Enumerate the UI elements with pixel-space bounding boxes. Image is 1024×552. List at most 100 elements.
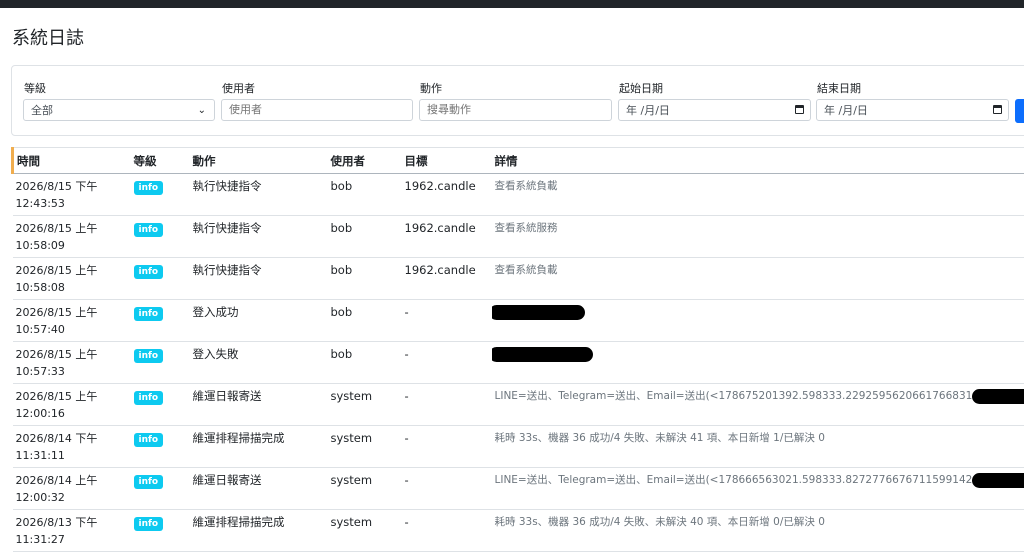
redaction-mark [972, 389, 1024, 404]
time-clock: 12:43:53 [16, 195, 128, 212]
user-cell: bob [328, 258, 402, 300]
action-cell: 維運排程掃描完成 [190, 426, 328, 468]
table-row: 2026/8/15 上午12:00:16info維運日報寄送system-LIN… [13, 384, 1024, 426]
target-cell: - [402, 300, 492, 342]
time-clock: 10:58:09 [16, 237, 128, 254]
end-date-input[interactable]: 年 /月/日 [816, 99, 1009, 121]
user-cell: system [328, 426, 402, 468]
action-cell: 執行快捷指令 [190, 216, 328, 258]
level-cell: info [131, 510, 190, 552]
time-date: 2026/8/14 下午 [16, 430, 128, 447]
detail-text: 查看系統負載 [495, 180, 558, 192]
table-row: 2026/8/13 下午11:31:27info維運排程掃描完成system-耗… [13, 510, 1024, 552]
calendar-icon[interactable] [795, 105, 804, 114]
target-cell: - [402, 426, 492, 468]
start-date-input[interactable]: 年 /月/日 [618, 99, 811, 121]
top-navbar [0, 0, 1024, 8]
time-date: 2026/8/13 下午 [16, 514, 128, 531]
calendar-icon[interactable] [993, 105, 1002, 114]
redaction-mark [492, 347, 593, 362]
level-badge: info [134, 307, 164, 321]
col-header-time: 時間 [13, 148, 131, 174]
level-badge: info [134, 475, 164, 489]
user-cell: system [328, 510, 402, 552]
table-row: 2026/8/15 上午10:58:09info執行快捷指令bob1962.ca… [13, 216, 1024, 258]
time-cell: 2026/8/14 上午12:00:32 [13, 468, 131, 510]
table-row: 2026/8/15 上午10:57:40info 登入成功bob- [13, 300, 1024, 342]
detail-text: 耗時 33s、機器 36 成功/4 失敗、未解決 40 項、本日新增 0/已解決… [495, 516, 825, 528]
time-date: 2026/8/14 上午 [16, 472, 128, 489]
level-cell: info [131, 468, 190, 510]
col-header-user: 使用者 [328, 148, 402, 174]
time-cell: 2026/8/15 上午10:57:33 [13, 342, 131, 384]
detail-cell: 耗時 33s、機器 36 成功/4 失敗、未解決 41 項、本日新增 1/已解決… [492, 426, 1024, 468]
time-cell: 2026/8/15 下午12:43:53 [13, 174, 131, 216]
time-cell: 2026/8/15 上午10:58:08 [13, 258, 131, 300]
level-cell: info [131, 258, 190, 300]
action-cell: 維運日報寄送 [190, 468, 328, 510]
action-cell: 維運日報寄送 [190, 384, 328, 426]
time-clock: 12:00:32 [16, 489, 128, 506]
user-cell: system [328, 468, 402, 510]
time-clock: 10:58:08 [16, 279, 128, 296]
user-cell: system [328, 384, 402, 426]
detail-text: LINE=送出、Telegram=送出、Email=送出(<1786752013… [495, 390, 973, 402]
level-filter-label: 等級 [24, 80, 46, 96]
target-cell: - [402, 342, 492, 384]
action-cell: 維運排程掃描完成 [190, 510, 328, 552]
level-cell: info [131, 426, 190, 468]
detail-cell: 查看系統負載 [492, 258, 1024, 300]
table-row: 2026/8/14 下午11:31:11info維運排程掃描完成system-耗… [13, 426, 1024, 468]
user-filter-input[interactable] [221, 99, 413, 121]
detail-text: 耗時 33s、機器 36 成功/4 失敗、未解決 41 項、本日新增 1/已解決… [495, 432, 825, 444]
detail-cell: LINE=送出、Telegram=送出、Email=送出(<1786752013… [492, 384, 1024, 426]
target-cell: 1962.candle [402, 216, 492, 258]
level-badge: info [134, 181, 164, 195]
action-cell: 登入成功 [190, 300, 328, 342]
target-cell: 1962.candle [402, 258, 492, 300]
time-date: 2026/8/15 下午 [16, 178, 128, 195]
table-row: 2026/8/14 上午12:00:32info維運日報寄送system-LIN… [13, 468, 1024, 510]
level-select[interactable]: 全部 ⌄ [23, 99, 215, 121]
table-row: 2026/8/15 上午10:57:33info登入失敗bob- [13, 342, 1024, 384]
user-cell: bob [328, 300, 402, 342]
detail-cell: 耗時 33s、機器 36 成功/4 失敗、未解決 40 項、本日新增 0/已解決… [492, 510, 1024, 552]
target-cell: - [402, 468, 492, 510]
end-date-value: 年 /月/日 [824, 104, 868, 117]
level-cell: info [131, 216, 190, 258]
detail-cell: 查看系統負載 [492, 174, 1024, 216]
action-filter-input[interactable] [419, 99, 612, 121]
time-cell: 2026/8/13 下午11:31:27 [13, 510, 131, 552]
time-date: 2026/8/15 上午 [16, 388, 128, 405]
time-date: 2026/8/15 上午 [16, 220, 128, 237]
time-clock: 11:31:27 [16, 531, 128, 548]
table-header-row: 時間 等級 動作 使用者 目標 詳情 [13, 148, 1024, 174]
search-button[interactable] [1015, 99, 1024, 123]
level-cell: info [131, 174, 190, 216]
time-date: 2026/8/15 上午 [16, 304, 128, 321]
level-badge: info [134, 391, 164, 405]
level-select-value: 全部 [31, 104, 53, 117]
redaction-mark [972, 473, 1024, 488]
user-cell: bob [328, 174, 402, 216]
chevron-down-icon: ⌄ [198, 100, 206, 122]
start-date-label: 起始日期 [619, 80, 663, 96]
redaction-mark [492, 305, 585, 320]
target-cell: - [402, 384, 492, 426]
col-header-action: 動作 [190, 148, 328, 174]
table-row: 2026/8/15 上午10:58:08info執行快捷指令bob1962.ca… [13, 258, 1024, 300]
detail-text: 查看系統服務 [495, 222, 558, 234]
col-header-detail: 詳情 [492, 148, 1024, 174]
level-cell: info [131, 384, 190, 426]
detail-text: LINE=送出、Telegram=送出、Email=送出(<1786665630… [495, 474, 973, 486]
time-clock: 12:00:16 [16, 405, 128, 422]
detail-cell: 查看系統服務 [492, 216, 1024, 258]
detail-cell: LINE=送出、Telegram=送出、Email=送出(<1786665630… [492, 468, 1024, 510]
detail-text: 查看系統負載 [495, 264, 558, 276]
table-row: 2026/8/15 下午12:43:53info執行快捷指令bob1962.ca… [13, 174, 1024, 216]
detail-cell [492, 300, 1024, 342]
time-cell: 2026/8/15 上午10:57:40 [13, 300, 131, 342]
time-cell: 2026/8/15 上午12:00:16 [13, 384, 131, 426]
log-table: 時間 等級 動作 使用者 目標 詳情 2026/8/15 下午12:43:53i… [11, 147, 1024, 552]
target-cell: - [402, 510, 492, 552]
